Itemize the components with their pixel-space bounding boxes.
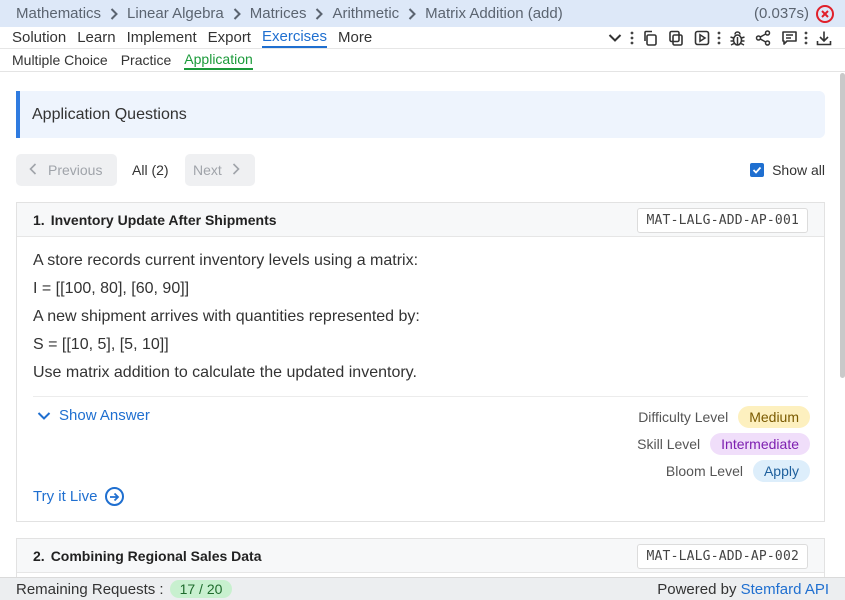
question-text-line: A new shipment arrives with quantities r… [33,308,420,325]
difficulty-label: Difficulty Level [638,409,729,425]
skill-label: Skill Level [637,436,701,452]
tab-practice[interactable]: Practice [121,52,172,68]
main-menu: Solution Learn Implement Export Exercise… [0,27,845,49]
remaining-requests-label: Remaining Requests : [16,580,164,598]
show-answer-label: Show Answer [59,407,150,424]
question-card: 1. Inventory Update After Shipments MAT-… [16,202,825,522]
copy-alt-icon[interactable] [665,28,687,48]
chevron-left-icon [29,162,37,178]
scrollbar[interactable] [840,73,845,378]
powered-by-label: Powered by [657,581,737,598]
breadcrumb-item-mathematics[interactable]: Mathematics [16,5,101,22]
menu-exercises[interactable]: Exercises [261,28,328,48]
breadcrumb-item-linear-algebra[interactable]: Linear Algebra [127,5,224,22]
divider [33,396,808,397]
question-body: A store records current inventory levels… [17,237,824,387]
next-button[interactable]: Next [185,154,255,186]
skill-row: Skill Level Intermediate [637,433,810,455]
comment-icon[interactable] [778,28,800,48]
all-count-label[interactable]: All (2) [132,162,169,178]
question-text-line: S = [[10, 5], [5, 10]] [33,336,169,353]
menu-more[interactable]: More [338,29,372,46]
difficulty-row: Difficulty Level Medium [638,406,810,428]
bloom-badge: Apply [752,460,810,482]
more-vertical-icon [803,31,809,45]
question-code: MAT-LALG-ADD-AP-001 [637,208,808,233]
close-icon[interactable] [816,5,834,23]
download-icon[interactable] [813,28,835,48]
chevron-down-icon[interactable] [604,28,626,48]
chevron-right-icon [110,7,118,20]
tab-application[interactable]: Application [184,50,253,70]
previous-button[interactable]: Previous [16,154,117,186]
question-text-line: A store records current inventory levels… [33,252,419,269]
question-number: 2. [33,547,45,564]
previous-label: Previous [48,162,103,178]
breadcrumb: Mathematics Linear Algebra Matrices Arit… [0,0,845,27]
status-footer: Remaining Requests : 17 / 20 Powered by … [0,577,845,600]
show-all-checkbox[interactable] [750,163,765,177]
breadcrumb-item-matrices[interactable]: Matrices [250,5,307,22]
toolbar [600,28,835,48]
more-vertical-icon [716,31,722,45]
question-header: 1. Inventory Update After Shipments MAT-… [17,203,824,237]
arrow-right-circle-icon [105,487,125,506]
menu-solution[interactable]: Solution [12,29,66,46]
tab-multiple-choice[interactable]: Multiple Choice [12,52,108,68]
chevron-right-icon [408,7,417,20]
chevron-down-icon [37,411,51,421]
timing-label: (0.037s) [753,5,809,22]
remaining-requests-badge: 17 / 20 [169,580,233,598]
question-title: Combining Regional Sales Data [50,547,262,564]
bug-icon[interactable] [726,28,748,48]
chevron-right-icon [233,7,241,20]
section-title-text: Application Questions [32,105,187,123]
question-title: Inventory Update After Shipments [50,211,277,228]
brand-link[interactable]: Stemfard API [741,581,829,598]
menu-export[interactable]: Export [208,29,251,46]
section-title: Application Questions [16,91,825,138]
powered-by: Powered by Stemfard API [657,581,829,598]
next-label: Next [193,162,222,178]
exercise-subtabs: Multiple Choice Practice Application [0,49,845,72]
menu-learn[interactable]: Learn [77,29,115,46]
menu-implement[interactable]: Implement [127,29,197,46]
show-all-toggle[interactable]: Show all [750,162,825,178]
more-vertical-icon [629,31,635,45]
breadcrumb-item-current: Matrix Addition (add) [425,5,563,22]
question-code: MAT-LALG-ADD-AP-002 [637,544,808,569]
breadcrumb-item-arithmetic[interactable]: Arithmetic [332,5,399,22]
copy-icon[interactable] [639,28,661,48]
chevron-right-icon [315,7,324,20]
bloom-row: Bloom Level Apply [666,460,810,482]
play-square-icon[interactable] [691,28,713,48]
bloom-label: Bloom Level [665,463,743,479]
try-it-live-label: Try it Live [33,488,98,505]
show-all-label: Show all [772,162,825,178]
try-it-live-link[interactable]: Try it Live [33,487,125,506]
question-number: 1. [33,211,45,228]
chevron-right-icon [232,162,240,178]
question-header: 2. Combining Regional Sales Data MAT-LAL… [17,539,824,573]
share-icon[interactable] [752,28,774,48]
difficulty-badge: Medium [738,406,810,428]
show-answer-button[interactable]: Show Answer [37,407,150,424]
question-text-line: I = [[100, 80], [60, 90]] [33,280,190,297]
skill-badge: Intermediate [710,433,810,455]
question-text-line: Use matrix addition to calculate the upd… [33,364,417,381]
